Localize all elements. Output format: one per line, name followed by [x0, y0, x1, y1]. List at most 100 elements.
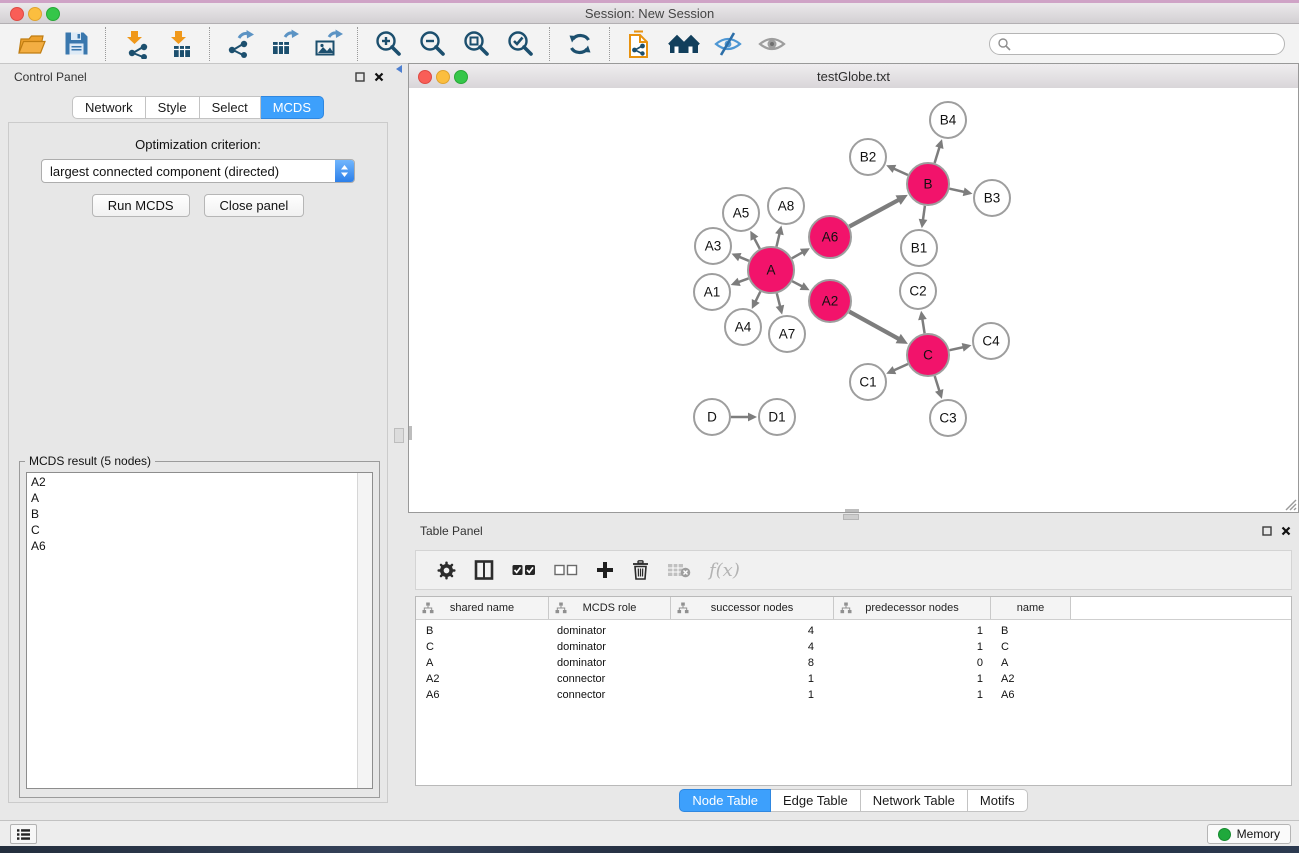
export-table-button[interactable] — [266, 26, 302, 62]
table-cell[interactable]: dominator — [549, 657, 671, 669]
network-window-titlebar[interactable]: testGlobe.txt — [409, 64, 1298, 89]
table-row[interactable]: A6connector11A6 — [416, 687, 1291, 703]
vertical-split-handle[interactable] — [394, 428, 404, 443]
deselect-all-button[interactable] — [554, 564, 578, 576]
zoom-fit-button[interactable] — [458, 26, 494, 62]
save-session-button[interactable] — [58, 26, 94, 62]
edge-B-B3[interactable] — [950, 189, 965, 192]
column-header-name[interactable]: name — [991, 597, 1071, 619]
split-divider-arrow[interactable] — [396, 65, 402, 73]
edge-B-B1[interactable] — [923, 206, 925, 221]
table-cell[interactable]: 1 — [671, 689, 834, 701]
table-cell[interactable]: 1 — [834, 673, 991, 685]
table-cell[interactable]: 0 — [834, 657, 991, 669]
table-cell[interactable]: A — [416, 657, 549, 669]
tab-motifs[interactable]: Motifs — [968, 789, 1028, 812]
show-columns-button[interactable] — [474, 560, 494, 580]
export-image-button[interactable] — [310, 26, 346, 62]
edge-A-A5[interactable] — [754, 238, 760, 249]
edge-C-C3[interactable] — [935, 376, 940, 391]
resize-grip-icon[interactable] — [1284, 498, 1297, 511]
show-all-button[interactable] — [754, 26, 790, 62]
edge-C-C1[interactable] — [894, 364, 908, 371]
float-panel-icon[interactable] — [1262, 526, 1272, 536]
zoom-out-button[interactable] — [414, 26, 450, 62]
tab-select[interactable]: Select — [200, 96, 261, 119]
edge-A-A7[interactable] — [777, 293, 780, 307]
export-network-button[interactable] — [222, 26, 258, 62]
edge-B-B2[interactable] — [894, 169, 908, 176]
delete-table-button[interactable] — [667, 562, 691, 578]
edge-A-A6[interactable] — [792, 252, 803, 258]
zoom-in-button[interactable] — [370, 26, 406, 62]
select-all-button[interactable] — [512, 564, 536, 576]
table-cell[interactable]: dominator — [549, 641, 671, 653]
column-header-predecessor-nodes[interactable]: predecessor nodes — [834, 597, 991, 619]
import-table-button[interactable] — [162, 26, 198, 62]
table-cell[interactable]: 4 — [671, 641, 834, 653]
network-from-selection-button[interactable] — [622, 26, 658, 62]
memory-button[interactable]: Memory — [1207, 824, 1291, 844]
table-cell[interactable]: 1 — [834, 689, 991, 701]
mcds-result-item[interactable]: A2 — [27, 474, 358, 490]
table-cell[interactable]: 4 — [671, 625, 834, 637]
function-builder-button[interactable]: f(x) — [709, 560, 740, 581]
edge-A-A1[interactable] — [738, 278, 748, 282]
tab-network-table[interactable]: Network Table — [861, 789, 968, 812]
table-cell[interactable]: A6 — [416, 689, 549, 701]
tab-mcds[interactable]: MCDS — [261, 96, 324, 119]
table-row[interactable]: Adominator80A — [416, 655, 1291, 671]
edge-C-C2[interactable] — [922, 319, 924, 334]
hide-selected-button[interactable] — [710, 26, 746, 62]
table-cell[interactable]: A2 — [416, 673, 549, 685]
delete-columns-button[interactable] — [632, 560, 649, 580]
edge-A-A2[interactable] — [792, 281, 802, 286]
search-input[interactable] — [989, 33, 1285, 55]
close-panel-button[interactable]: Close panel — [204, 194, 305, 217]
mcds-result-item[interactable]: A6 — [27, 538, 358, 554]
table-cell[interactable]: 1 — [834, 641, 991, 653]
run-mcds-button[interactable]: Run MCDS — [92, 194, 190, 217]
edge-A-A3[interactable] — [739, 257, 749, 261]
edge-A-A4[interactable] — [755, 292, 760, 302]
tab-node-table[interactable]: Node Table — [679, 789, 771, 812]
network-canvas[interactable]: AA1A3A5A8A4A7A6A2BB1B2B3B4CC1C2C3C4DD1 — [409, 88, 1298, 512]
mcds-result-item[interactable]: B — [27, 506, 358, 522]
table-cell[interactable]: connector — [549, 689, 671, 701]
tab-network[interactable]: Network — [72, 96, 146, 119]
table-cell[interactable]: A6 — [991, 689, 1071, 701]
edge-C-C4[interactable] — [950, 347, 964, 350]
edge-A-A8[interactable] — [777, 233, 780, 246]
table-settings-button[interactable] — [437, 561, 456, 580]
table-cell[interactable]: C — [416, 641, 549, 653]
tab-edge-table[interactable]: Edge Table — [771, 789, 861, 812]
table-row[interactable]: A2connector11A2 — [416, 671, 1291, 687]
column-header-mcds-role[interactable]: MCDS role — [549, 597, 671, 619]
result-list-scrollbar[interactable] — [357, 473, 372, 788]
table-cell[interactable]: A — [991, 657, 1071, 669]
table-cell[interactable]: dominator — [549, 625, 671, 637]
table-row[interactable]: Bdominator41B — [416, 623, 1291, 639]
refresh-layout-button[interactable] — [562, 26, 598, 62]
open-session-button[interactable] — [14, 26, 50, 62]
close-panel-icon[interactable] — [1281, 526, 1291, 536]
table-row[interactable]: Cdominator41C — [416, 639, 1291, 655]
float-panel-icon[interactable] — [355, 72, 365, 82]
table-cell[interactable]: C — [991, 641, 1071, 653]
neighborhood-button[interactable] — [666, 26, 702, 62]
edge-A2-C[interactable] — [849, 312, 899, 340]
task-history-button[interactable] — [10, 824, 37, 844]
table-cell[interactable]: 1 — [834, 625, 991, 637]
table-cell[interactable]: A2 — [991, 673, 1071, 685]
zoom-selected-button[interactable] — [502, 26, 538, 62]
criterion-select[interactable]: largest connected component (directed) — [41, 159, 355, 183]
import-network-button[interactable] — [118, 26, 154, 62]
close-panel-icon[interactable] — [374, 72, 384, 82]
table-cell[interactable]: B — [416, 625, 549, 637]
table-cell[interactable]: 1 — [671, 673, 834, 685]
table-cell[interactable]: connector — [549, 673, 671, 685]
mcds-result-item[interactable]: C — [27, 522, 358, 538]
column-header-shared-name[interactable]: shared name — [416, 597, 549, 619]
edge-A6-B[interactable] — [849, 200, 899, 227]
mcds-result-item[interactable]: A — [27, 490, 358, 506]
